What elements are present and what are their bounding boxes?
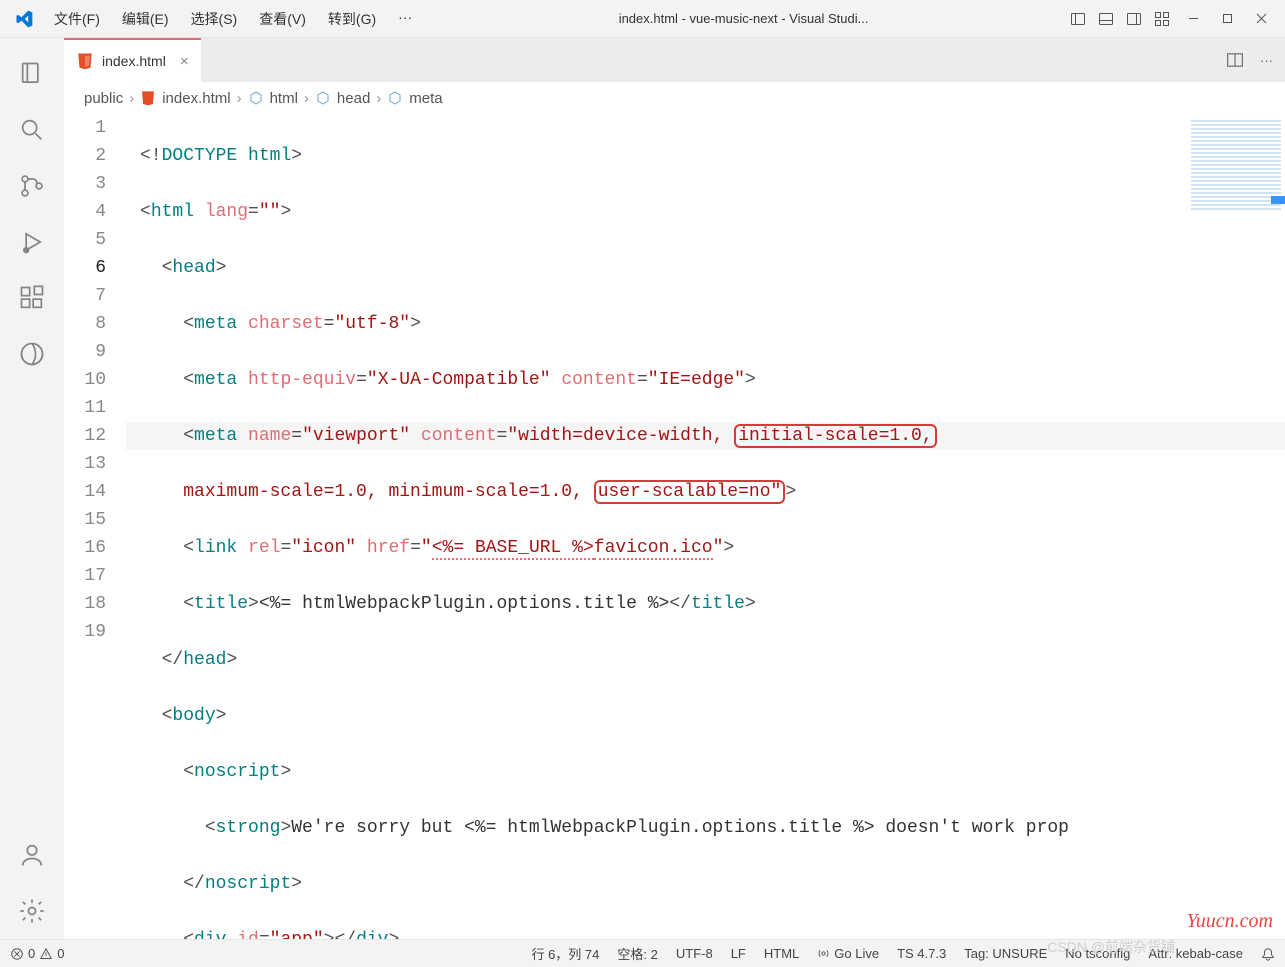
accounts-icon[interactable]: [4, 827, 60, 883]
menu-view[interactable]: 查看(V): [249, 5, 316, 33]
code-editor[interactable]: 12345678910111213141516171819 <!DOCTYPE …: [64, 114, 1285, 939]
tab-label: index.html: [102, 53, 166, 69]
tab-bar: index.html × ···: [64, 38, 1285, 82]
status-ts[interactable]: TS 4.7.3: [897, 946, 946, 961]
toggle-panel-icon[interactable]: [1093, 7, 1119, 31]
chevron-right-icon: ›: [376, 90, 381, 107]
edge-tools-icon[interactable]: [4, 326, 60, 382]
status-problems[interactable]: 0 0: [10, 946, 64, 961]
crumb-public[interactable]: public: [84, 90, 123, 107]
code-content[interactable]: <!DOCTYPE html> <html lang=""> <head> <m…: [126, 114, 1285, 939]
status-eol[interactable]: LF: [731, 946, 746, 961]
more-actions-icon[interactable]: ···: [1260, 53, 1273, 68]
watermark: Yuucn.com: [1187, 910, 1273, 933]
html5-icon: [140, 90, 156, 106]
crumb-html[interactable]: html: [270, 90, 298, 107]
annotation-user-scalable: user-scalable=no": [594, 480, 786, 504]
minimap[interactable]: [1191, 120, 1281, 210]
line-gutter: 12345678910111213141516171819: [64, 114, 126, 939]
tab-actions: ···: [1214, 38, 1285, 82]
crumb-meta[interactable]: meta: [409, 90, 442, 107]
symbol-icon: [248, 90, 264, 106]
title-bar: 文件(F) 编辑(E) 选择(S) 查看(V) 转到(G) ··· index.…: [0, 0, 1285, 38]
minimize-button[interactable]: [1177, 4, 1209, 34]
overview-ruler[interactable]: [1271, 114, 1285, 939]
window-title: index.html - vue-music-next - Visual Stu…: [422, 11, 1065, 26]
editor-group: index.html × ··· public › index.html › h…: [64, 38, 1285, 939]
crumb-file[interactable]: index.html: [162, 90, 230, 107]
breadcrumbs[interactable]: public › index.html › html › head › meta: [64, 82, 1285, 114]
html5-icon: [76, 52, 94, 70]
vscode-logo-icon: [14, 9, 34, 29]
status-bell-icon[interactable]: [1261, 947, 1275, 961]
split-editor-icon[interactable]: [1226, 51, 1244, 69]
layout-controls: [1065, 4, 1277, 34]
crumb-head[interactable]: head: [337, 90, 370, 107]
maximize-button[interactable]: [1211, 4, 1243, 34]
watermark: CSDN @前端杂货铺: [1047, 937, 1175, 957]
explorer-icon[interactable]: [4, 46, 60, 102]
menu-select[interactable]: 选择(S): [181, 5, 248, 33]
source-control-icon[interactable]: [4, 158, 60, 214]
symbol-icon: [387, 90, 403, 106]
menu-edit[interactable]: 编辑(E): [112, 5, 179, 33]
status-tag[interactable]: Tag: UNSURE: [964, 946, 1047, 961]
main-area: index.html × ··· public › index.html › h…: [0, 38, 1285, 939]
menu-bar: 文件(F) 编辑(E) 选择(S) 查看(V) 转到(G) ···: [44, 5, 422, 33]
run-debug-icon[interactable]: [4, 214, 60, 270]
settings-gear-icon[interactable]: [4, 883, 60, 939]
menu-more[interactable]: ···: [388, 5, 422, 33]
chevron-right-icon: ›: [129, 90, 134, 107]
extensions-icon[interactable]: [4, 270, 60, 326]
chevron-right-icon: ›: [304, 90, 309, 107]
tab-close-icon[interactable]: ×: [180, 53, 189, 70]
status-encoding[interactable]: UTF-8: [676, 946, 713, 961]
chevron-right-icon: ›: [237, 90, 242, 107]
status-golive[interactable]: Go Live: [817, 946, 879, 961]
search-icon[interactable]: [4, 102, 60, 158]
symbol-icon: [315, 90, 331, 106]
status-spaces[interactable]: 空格: 2: [617, 944, 657, 963]
menu-file[interactable]: 文件(F): [44, 5, 110, 33]
customize-layout-icon[interactable]: [1149, 7, 1175, 31]
status-cursor[interactable]: 行 6，列 74: [531, 944, 599, 963]
toggle-secondary-sidebar-icon[interactable]: [1121, 7, 1147, 31]
close-button[interactable]: [1245, 4, 1277, 34]
activity-bar: [0, 38, 64, 939]
menu-go[interactable]: 转到(G): [318, 5, 386, 33]
annotation-initial-scale: initial-scale=1.0,: [734, 424, 936, 448]
status-language[interactable]: HTML: [764, 946, 799, 961]
toggle-primary-sidebar-icon[interactable]: [1065, 7, 1091, 31]
tab-index-html[interactable]: index.html ×: [64, 38, 201, 82]
